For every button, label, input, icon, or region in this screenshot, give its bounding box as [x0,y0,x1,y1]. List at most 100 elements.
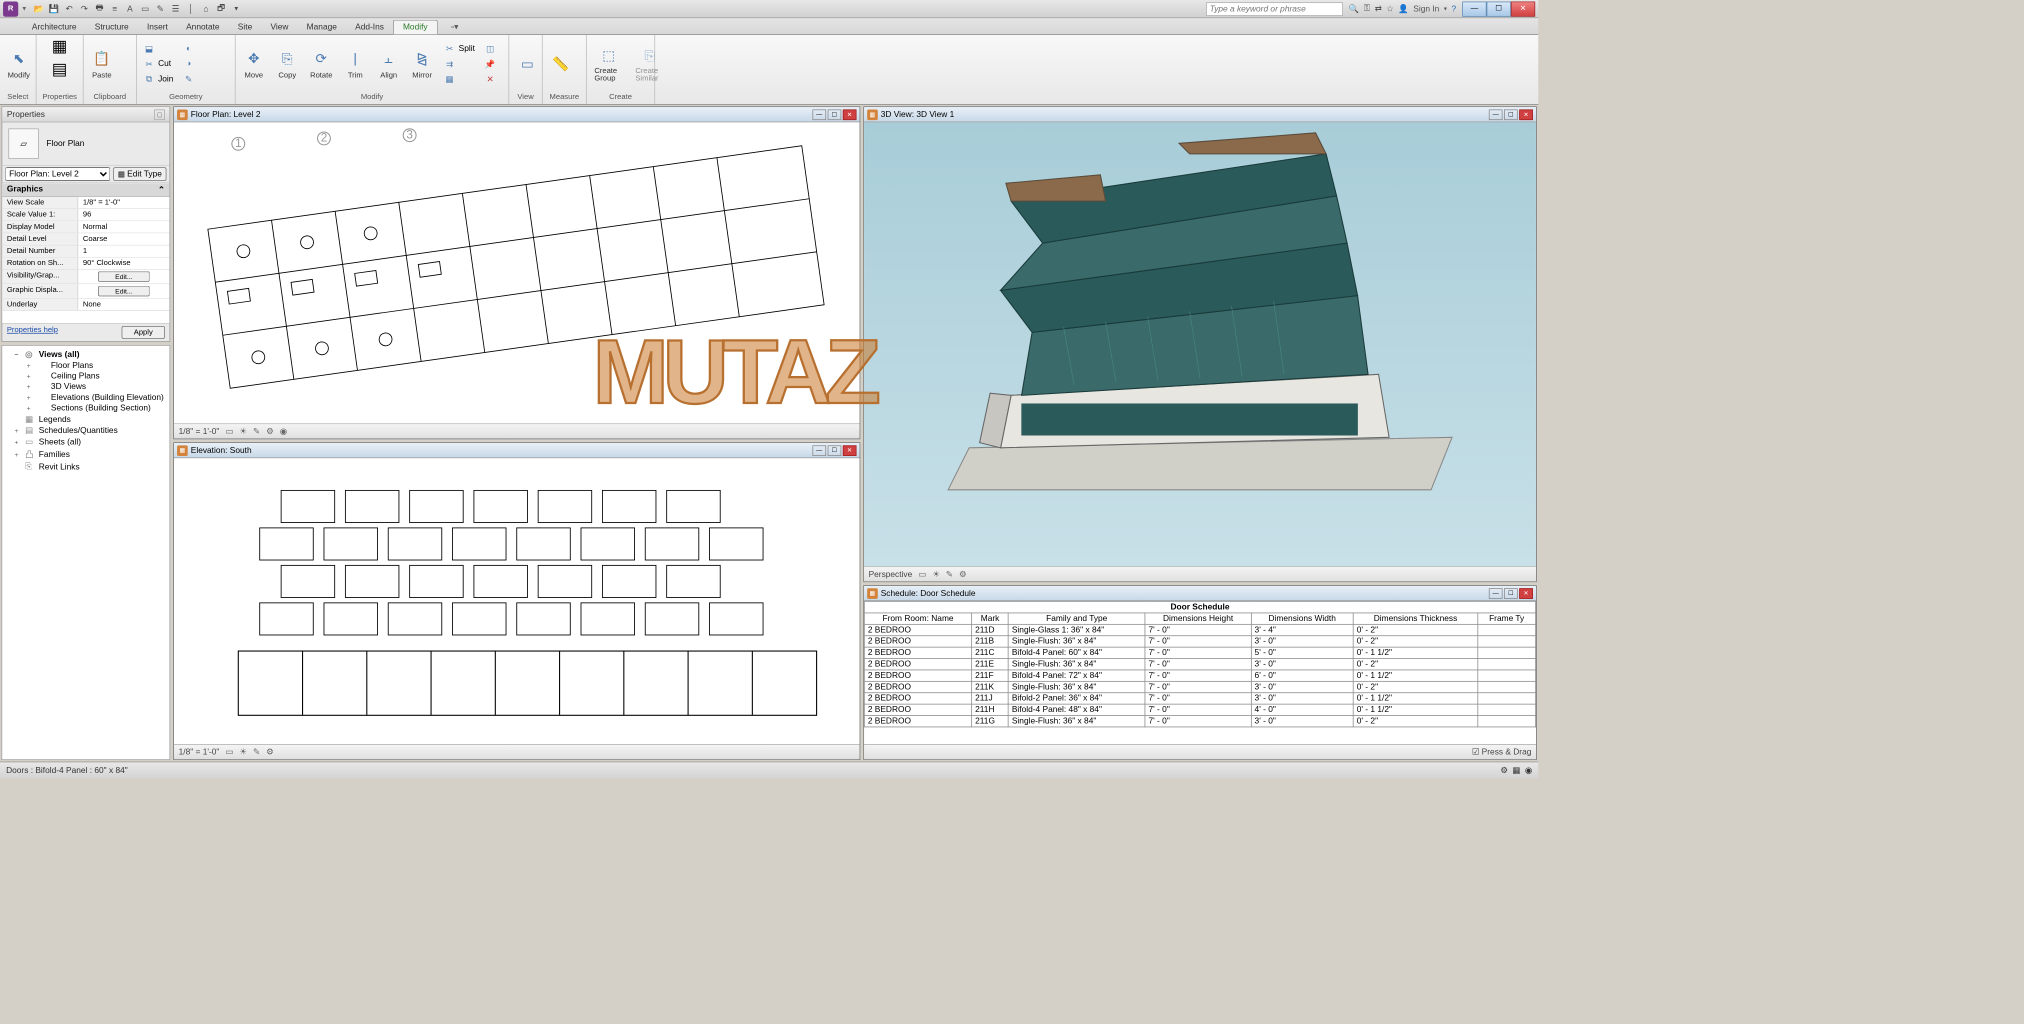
cell[interactable]: Single-Flush: 36" x 84" [1008,681,1145,692]
signin-dropdown-icon[interactable]: ▾ [1444,5,1447,12]
cell[interactable]: 0' - 1 1/2" [1353,670,1477,681]
cell[interactable]: 7' - 0" [1145,636,1251,647]
tree-item[interactable]: +▤Schedules/Quantities [5,425,166,436]
vs-icon[interactable]: ☀ [932,569,940,579]
search-input[interactable] [1206,2,1343,16]
table-row[interactable]: 2 BEDROO211GSingle-Flush: 36" x 84"7' - … [864,716,1535,727]
edit-button[interactable]: Edit... [98,271,149,282]
cell[interactable]: 3' - 0" [1251,659,1353,670]
tab-insert[interactable]: Insert [138,21,177,35]
cell[interactable] [1478,624,1536,635]
vs-icon[interactable]: ⚙ [959,569,967,579]
cell[interactable]: 211J [972,693,1009,704]
view-button[interactable]: ▭ [512,52,542,76]
property-row[interactable]: Visibility/Grap...Edit... [2,270,169,284]
vs-icon[interactable]: ☀ [239,747,247,757]
vs-icon[interactable]: ✎ [253,747,260,757]
cell[interactable]: 7' - 0" [1145,693,1251,704]
property-value[interactable]: Coarse [78,233,169,244]
instance-selector[interactable]: Floor Plan: Level 2 [5,167,110,181]
property-value[interactable]: None [78,299,169,310]
minimize-icon[interactable]: — [1489,588,1503,599]
cell[interactable]: 5' - 0" [1251,647,1353,658]
cell[interactable] [1478,670,1536,681]
qat-dropdown-icon[interactable]: ▼ [229,2,243,16]
minimize-icon[interactable]: — [812,109,826,120]
vs-icon[interactable]: ◉ [280,427,287,437]
cell[interactable]: 7' - 0" [1145,647,1251,658]
copy-button[interactable]: ⎘Copy [272,47,302,81]
create-group-button[interactable]: ⬚Create Group [590,43,628,84]
cell[interactable]: 7' - 0" [1145,624,1251,635]
tree-item[interactable]: +Ceiling Plans [5,371,166,382]
property-row[interactable]: UnderlayNone [2,299,169,311]
property-value[interactable]: 90° Clockwise [78,258,169,269]
property-row[interactable]: Display ModelNormal [2,221,169,233]
tab-site[interactable]: Site [229,21,262,35]
close-button[interactable]: ✕ [1511,1,1535,16]
cell[interactable]: 0' - 1 1/2" [1353,693,1477,704]
join-button[interactable]: ⧉Join [140,72,177,86]
tree-item[interactable]: +3D Views [5,382,166,393]
column-header[interactable]: Dimensions Thickness [1353,613,1477,624]
move-button[interactable]: ✥Move [239,47,269,81]
cell[interactable]: 211B [972,636,1009,647]
property-value[interactable]: 1 [78,245,169,256]
help-icon[interactable]: ? [1452,4,1457,13]
vs-icon[interactable]: ✎ [946,569,953,579]
expand-icon[interactable]: + [27,383,35,391]
close-icon[interactable]: ✕ [1519,588,1533,599]
cell[interactable]: 2 BEDROO [864,693,971,704]
cell[interactable]: 0' - 2" [1353,716,1477,727]
qat-icon[interactable]: ▭ [138,2,152,16]
cell[interactable]: 4' - 0" [1251,704,1353,715]
cell[interactable]: 2 BEDROO [864,624,971,635]
split-button[interactable]: ✂Split [440,42,478,56]
tab-structure[interactable]: Structure [86,21,138,35]
schedule-body[interactable]: Door Schedule From Room: NameMarkFamily … [864,601,1536,744]
minimize-icon[interactable]: — [812,445,826,456]
tree-item[interactable]: +凸Families [5,448,166,462]
save-icon[interactable]: 💾 [47,2,61,16]
cell[interactable]: 3' - 0" [1251,636,1353,647]
cell[interactable]: 211F [972,670,1009,681]
print-icon[interactable]: 🖶 [93,2,107,16]
vs-icon[interactable]: ▭ [918,569,926,579]
cell[interactable]: 211D [972,624,1009,635]
maximize-icon[interactable]: ☐ [828,445,842,456]
apply-button[interactable]: Apply [122,326,165,339]
cell[interactable] [1478,693,1536,704]
table-row[interactable]: 2 BEDROO211DSingle-Glass 1: 36" x 84"7' … [864,624,1535,635]
cell[interactable] [1478,636,1536,647]
cell[interactable]: 0' - 1 1/2" [1353,647,1477,658]
cope-button[interactable]: ⬓ [140,42,177,56]
property-value[interactable]: Normal [78,221,169,232]
mirror-button[interactable]: ⧎Mirror [407,47,437,81]
panel-close-icon[interactable]: ▢ [154,109,165,120]
edit-button[interactable]: Edit... [98,286,149,297]
cell[interactable]: 7' - 0" [1145,716,1251,727]
tab-extra-icon[interactable]: ▫▾ [445,20,464,34]
column-header[interactable]: Mark [972,613,1009,624]
status-icon[interactable]: ◉ [1525,765,1532,775]
maximize-icon[interactable]: ☐ [1504,588,1518,599]
paste-button[interactable]: 📋Paste [87,47,117,81]
cell[interactable]: 2 BEDROO [864,670,971,681]
vs-icon[interactable]: ⚙ [266,427,274,437]
expand-icon[interactable]: + [14,427,22,435]
tab-modify[interactable]: Modify [393,20,437,34]
cell[interactable]: 0' - 2" [1353,659,1477,670]
cell[interactable]: 0' - 2" [1353,624,1477,635]
cell[interactable] [1478,704,1536,715]
app-icon[interactable]: R [3,1,18,16]
create-similar-button[interactable]: ⎘Create Similar [631,43,669,84]
redo-icon[interactable]: ↷ [77,2,91,16]
cell[interactable]: Bifold-4 Panel: 72" x 84" [1008,670,1145,681]
property-row[interactable]: Detail Number1 [2,245,169,257]
geo-button[interactable]: ✎ [180,72,198,86]
column-header[interactable]: Dimensions Width [1251,613,1353,624]
star-icon[interactable]: ☆ [1386,4,1394,14]
qat-icon[interactable]: ⌂ [199,2,213,16]
column-header[interactable]: Frame Ty [1478,613,1536,624]
tab-view[interactable]: View [261,21,297,35]
